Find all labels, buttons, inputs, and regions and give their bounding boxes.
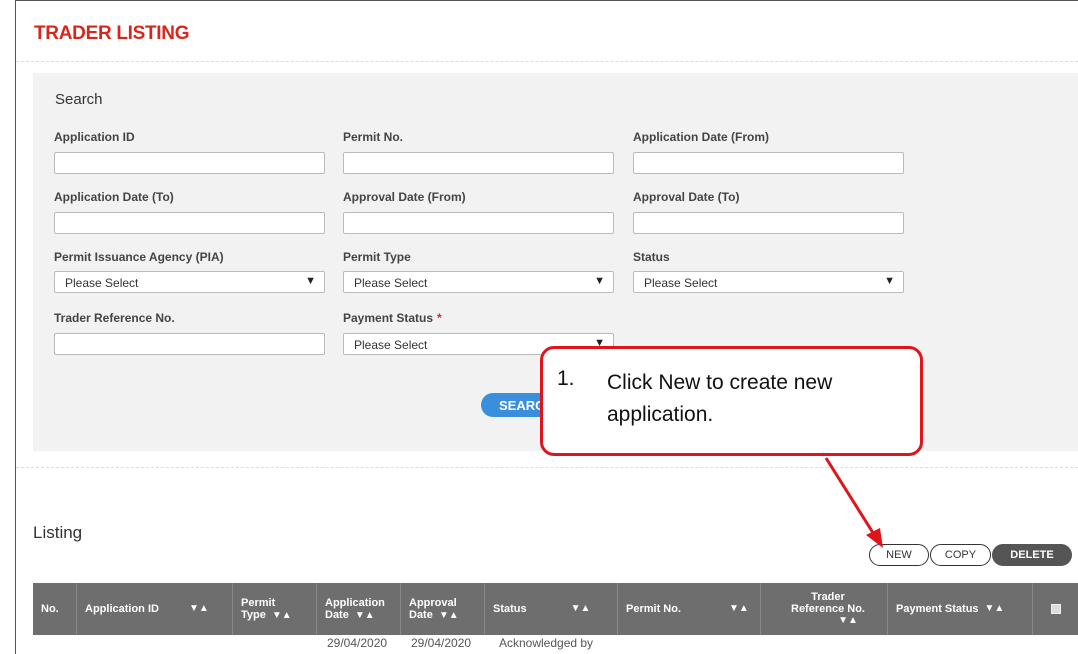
listing-table-header: No. Application ID ▼▲ Permit Type ▼▲ Appl…	[33, 583, 1078, 635]
column-header-permit-no-label: Permit No.	[626, 603, 682, 615]
delete-button[interactable]: DELETE	[992, 544, 1072, 566]
column-header-permit-type[interactable]: Permit Type ▼▲	[233, 583, 317, 635]
dropdown-arrow-icon: ▼	[594, 275, 605, 287]
title-divider	[16, 61, 1078, 62]
sort-icon[interactable]: ▼▲	[985, 603, 1005, 615]
row-application-date: 29/04/2020	[327, 636, 388, 650]
select-all-checkbox[interactable]	[1051, 604, 1061, 614]
callout-text: Click New to create new application.	[607, 371, 833, 426]
approval-date-to-input[interactable]	[633, 212, 904, 234]
sort-icon[interactable]: ▼▲	[571, 603, 591, 615]
approval-date-from-input[interactable]	[343, 212, 614, 234]
sort-icon[interactable]: ▼▲	[355, 610, 375, 621]
pia-select[interactable]: Please Select ▼	[54, 271, 325, 293]
column-header-status-label: Status	[493, 603, 527, 615]
sort-icon[interactable]: ▼▲	[272, 610, 292, 621]
new-button[interactable]: NEW	[869, 544, 929, 566]
column-header-status[interactable]: Status ▼▲	[485, 583, 618, 635]
column-header-approval-date-line1: Approval	[409, 596, 457, 609]
column-header-application-date-line1: Application	[325, 596, 385, 609]
row-approval-date: 29/04/2020	[411, 636, 472, 650]
permit-no-label: Permit No.	[343, 130, 404, 144]
application-date-from-label: Application Date (From)	[633, 130, 770, 144]
column-header-application-id-label: Application ID	[85, 603, 159, 615]
column-header-select-all[interactable]	[1033, 583, 1078, 635]
payment-status-label-text: Payment Status	[343, 311, 434, 325]
pia-label: Permit Issuance Agency (PIA)	[54, 250, 224, 264]
dropdown-arrow-icon: ▼	[305, 275, 316, 287]
column-header-no-label: No.	[41, 603, 59, 615]
sort-icon[interactable]: ▼▲	[189, 603, 209, 615]
permit-type-label: Permit Type	[343, 250, 411, 264]
row-status: Acknowledged by	[499, 636, 594, 650]
approval-date-from-label: Approval Date (From)	[343, 190, 466, 204]
column-header-permit-type-line2: Type ▼▲	[241, 609, 292, 622]
column-header-approval-date-line2: Date ▼▲	[409, 609, 459, 622]
application-id-label: Application ID	[54, 130, 135, 144]
status-select-value: Please Select	[644, 276, 718, 290]
trader-reference-label: Trader Reference No.	[54, 311, 175, 325]
column-header-permit-type-line2-text: Type	[241, 608, 266, 621]
status-select[interactable]: Please Select ▼	[633, 271, 904, 293]
permit-no-input[interactable]	[343, 152, 614, 174]
column-header-permit-no[interactable]: Permit No. ▼▲	[618, 583, 761, 635]
permit-type-select[interactable]: Please Select ▼	[343, 271, 614, 293]
dropdown-arrow-icon: ▼	[884, 275, 895, 287]
application-date-to-input[interactable]	[54, 212, 325, 234]
trader-reference-input[interactable]	[54, 333, 325, 355]
column-header-no: No.	[33, 583, 77, 635]
callout-step-number: 1.	[557, 367, 575, 390]
required-mark: *	[437, 311, 442, 325]
application-date-to-label: Application Date (To)	[54, 190, 174, 204]
payment-status-label: Payment Status *	[343, 311, 442, 325]
application-date-from-input[interactable]	[633, 152, 904, 174]
trader-listing-page: TRADER LISTING Search Application ID Per…	[15, 0, 1078, 654]
column-header-trader-reference[interactable]: Trader Reference No. ▼▲	[761, 583, 888, 635]
search-title: Search	[55, 91, 103, 108]
instruction-callout: 1. Click New to create new application.	[540, 346, 923, 456]
column-header-payment-status[interactable]: Payment Status ▼▲	[888, 583, 1033, 635]
column-header-application-date[interactable]: Application Date ▼▲	[317, 583, 401, 635]
sort-icon[interactable]: ▼▲	[729, 603, 749, 615]
listing-divider	[16, 467, 1078, 468]
column-header-trader-reference-line2: Reference No.	[791, 603, 865, 615]
column-header-trader-reference-line1: Trader	[811, 591, 845, 603]
table-row[interactable]: 29/04/2020 29/04/2020 Acknowledged by	[33, 635, 1078, 654]
column-header-permit-type-line1: Permit	[241, 596, 276, 609]
application-id-input[interactable]	[54, 152, 325, 174]
status-label: Status	[633, 250, 670, 264]
sort-icon[interactable]: ▼▲	[838, 615, 858, 627]
column-header-approval-date[interactable]: Approval Date ▼▲	[401, 583, 485, 635]
approval-date-to-label: Approval Date (To)	[633, 190, 740, 204]
payment-status-select-value: Please Select	[354, 338, 428, 352]
listing-title: Listing	[33, 523, 83, 542]
column-header-approval-date-line2-text: Date	[409, 608, 433, 621]
sort-icon[interactable]: ▼▲	[439, 610, 459, 621]
column-header-application-date-line2-text: Date	[325, 608, 349, 621]
page-title: TRADER LISTING	[34, 23, 190, 44]
column-header-payment-status-label: Payment Status	[896, 603, 979, 615]
pia-select-value: Please Select	[65, 276, 139, 290]
column-header-application-date-line2: Date ▼▲	[325, 609, 375, 622]
copy-button[interactable]: COPY	[930, 544, 991, 566]
permit-type-select-value: Please Select	[354, 276, 428, 290]
column-header-application-id[interactable]: Application ID ▼▲	[77, 583, 233, 635]
